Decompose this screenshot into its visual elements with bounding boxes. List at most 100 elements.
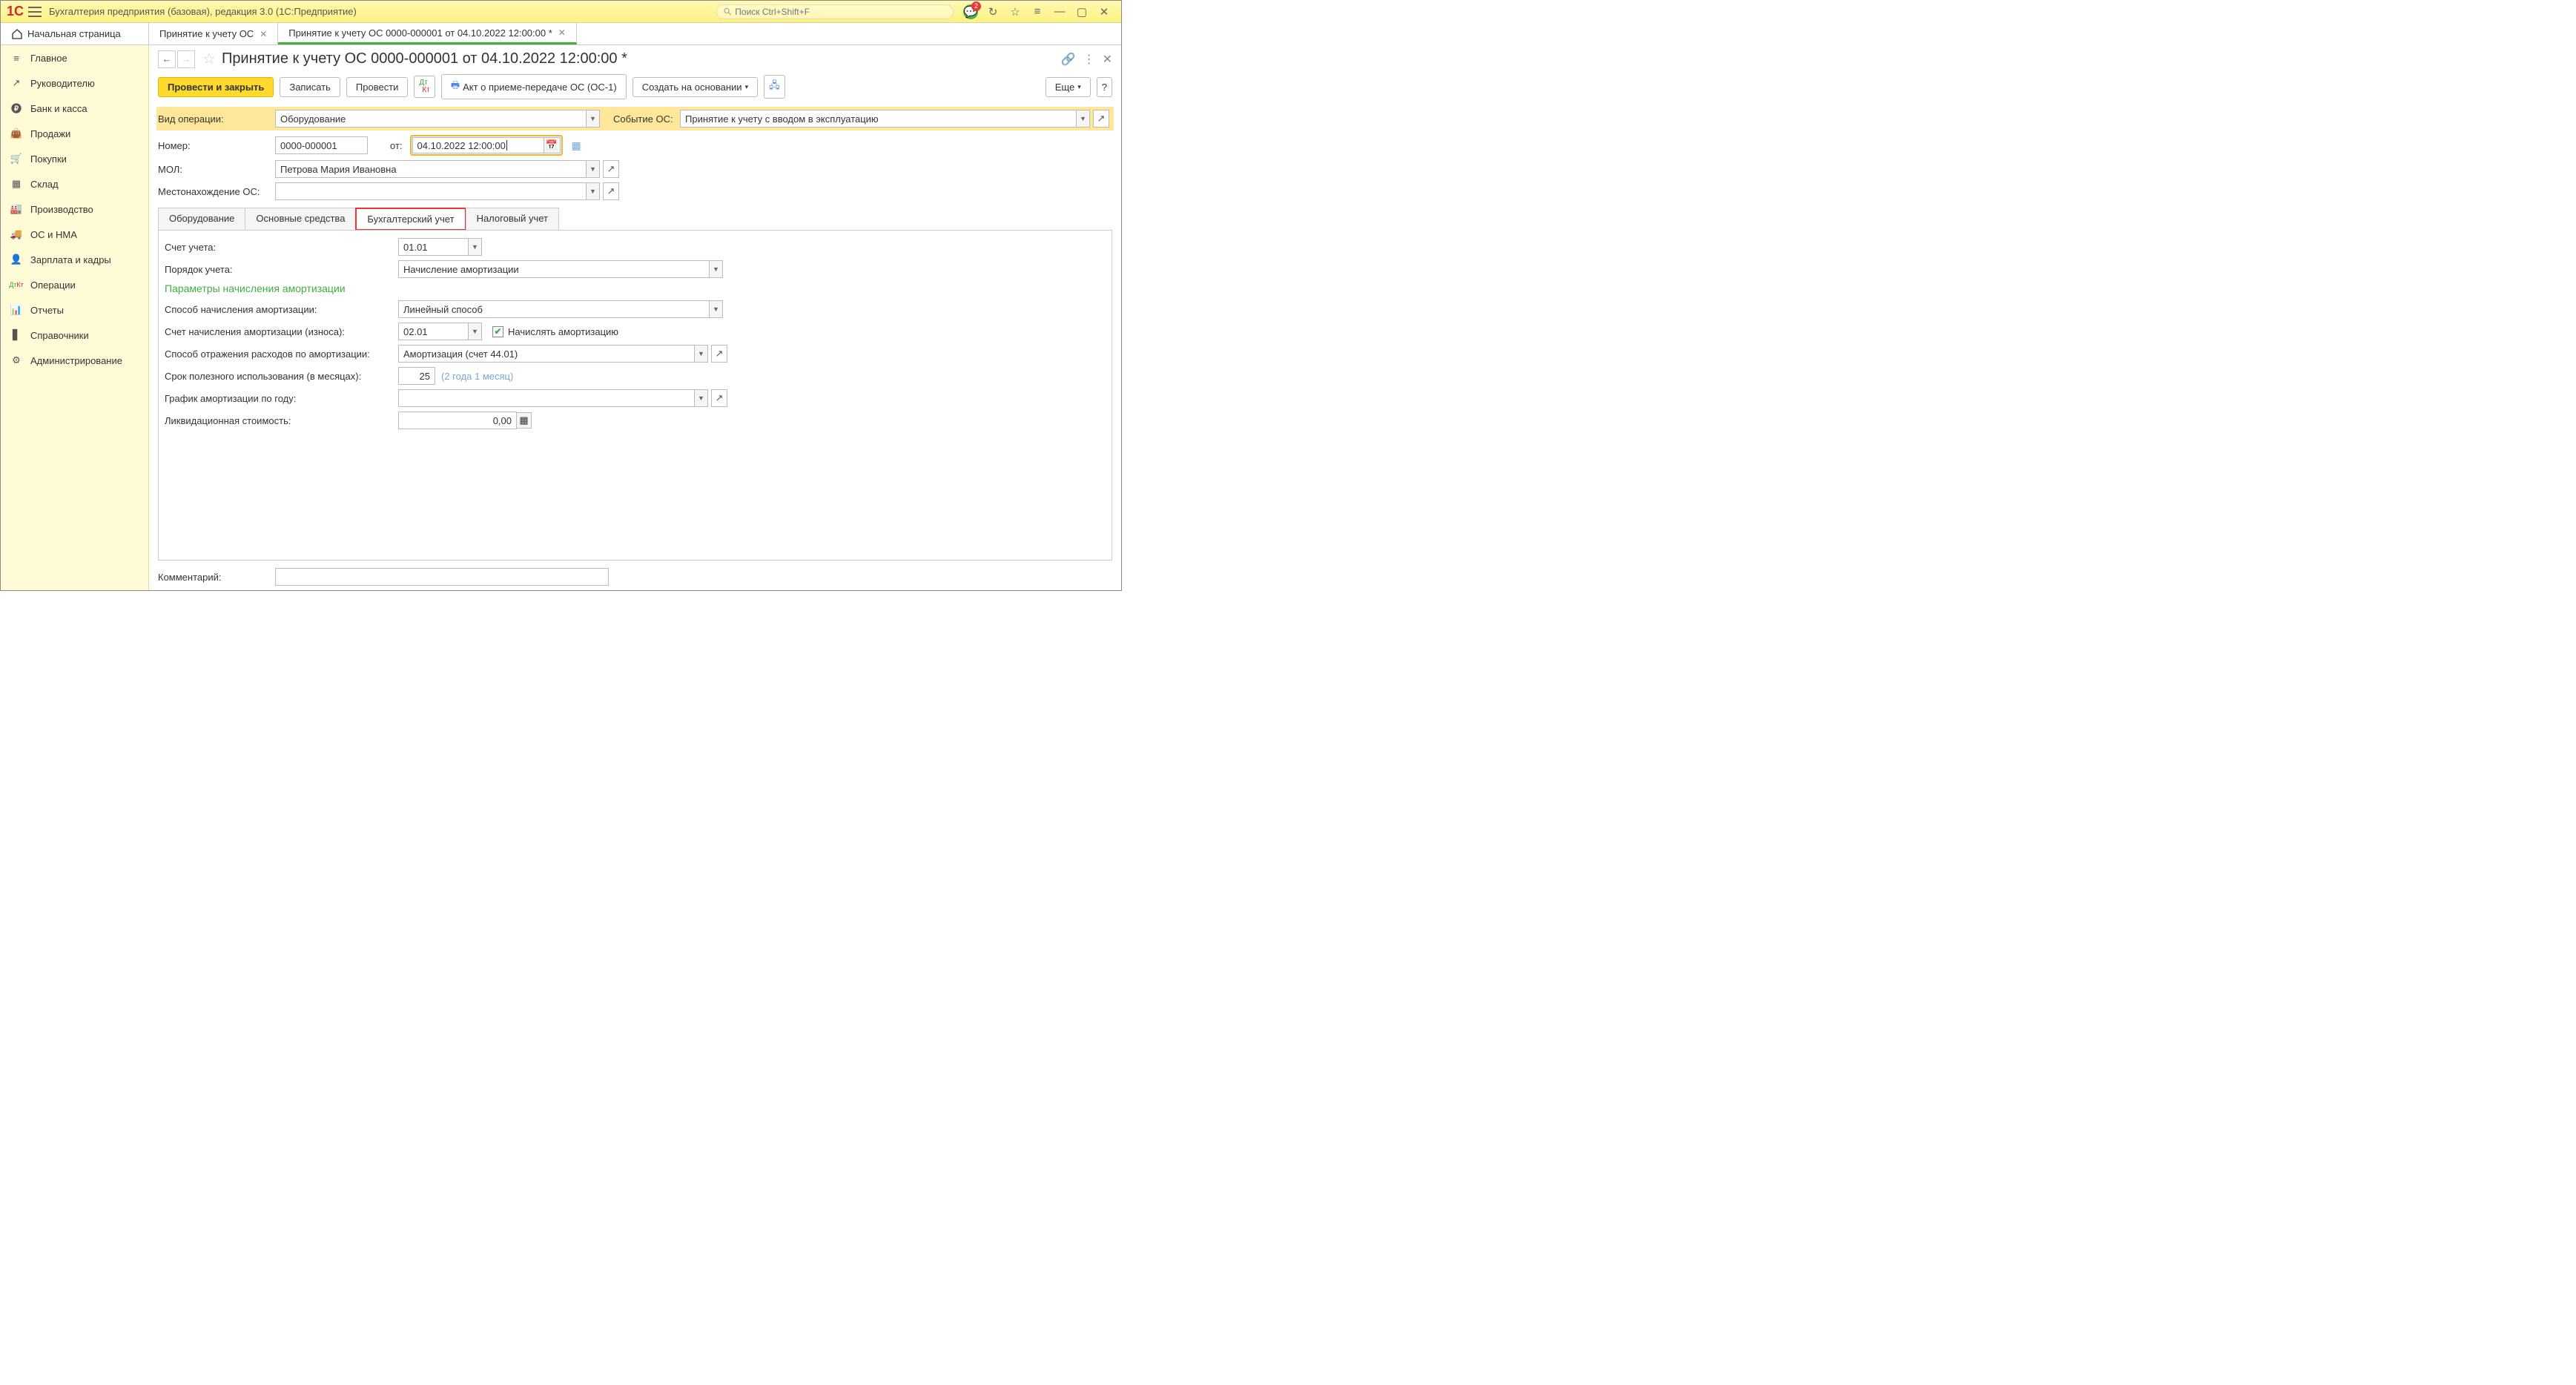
- book-icon: ▋: [10, 328, 23, 342]
- itab-fixed-assets[interactable]: Основные средства: [245, 208, 356, 231]
- hamburger-icon[interactable]: [28, 7, 42, 17]
- open-ref-icon[interactable]: ↗: [603, 160, 619, 178]
- nav-forward-button[interactable]: →: [177, 50, 195, 68]
- global-search[interactable]: [716, 4, 954, 19]
- label-account: Счет учета:: [165, 242, 398, 253]
- gear-icon: ⚙: [10, 354, 23, 367]
- sidebar-item-bank[interactable]: ₽Банк и касса: [1, 96, 148, 121]
- dropdown-icon[interactable]: ▼: [469, 323, 482, 340]
- tab-content: Счет учета: 01.01 ▼ Порядок учета: Начис…: [158, 230, 1112, 561]
- label-dep-account: Счет начисления амортизации (износа):: [165, 326, 398, 337]
- dropdown-icon[interactable]: ▼: [710, 300, 723, 318]
- sidebar-item-manager[interactable]: ↗Руководителю: [1, 70, 148, 96]
- amortize-checkbox[interactable]: ✔: [492, 326, 503, 337]
- dropdown-icon[interactable]: ▼: [587, 110, 600, 128]
- maximize-icon[interactable]: ▢: [1074, 4, 1090, 20]
- dropdown-icon[interactable]: ▼: [710, 260, 723, 278]
- close-window-icon[interactable]: ✕: [1096, 4, 1112, 20]
- close-tab-icon[interactable]: ✕: [260, 29, 267, 39]
- post-and-close-button[interactable]: Провести и закрыть: [158, 77, 274, 97]
- account-field[interactable]: 01.01: [398, 238, 469, 256]
- menu-icon[interactable]: ≡: [1029, 4, 1046, 20]
- dropdown-icon[interactable]: ▼: [695, 389, 708, 407]
- sidebar-item-sales[interactable]: 👜Продажи: [1, 121, 148, 146]
- sidebar-item-payroll[interactable]: 👤Зарплата и кадры: [1, 247, 148, 272]
- bag-icon: 👜: [10, 127, 23, 140]
- comment-field[interactable]: [275, 568, 609, 586]
- close-page-icon[interactable]: ✕: [1103, 52, 1112, 67]
- order-field[interactable]: Начисление амортизации: [398, 260, 710, 278]
- post-button[interactable]: Провести: [346, 77, 409, 97]
- open-ref-icon[interactable]: ↗: [603, 182, 619, 200]
- favorite-star-icon[interactable]: ☆: [202, 50, 216, 68]
- label-location: Местонахождение ОС:: [158, 186, 275, 197]
- home-icon: [11, 28, 23, 40]
- help-button[interactable]: ?: [1097, 77, 1112, 97]
- tab-os-list[interactable]: Принятие к учету ОС ✕: [149, 23, 278, 44]
- sidebar-item-purchases[interactable]: 🛒Покупки: [1, 146, 148, 171]
- label-number: Номер:: [158, 140, 275, 151]
- dropdown-icon[interactable]: ▼: [587, 160, 600, 178]
- chart-icon: 📊: [10, 303, 23, 317]
- link-icon[interactable]: 🔗: [1061, 52, 1076, 67]
- create-based-button[interactable]: Создать на основании▾: [633, 77, 758, 97]
- write-button[interactable]: Записать: [280, 77, 340, 97]
- mol-field[interactable]: Петрова Мария Ивановна: [275, 160, 587, 178]
- comment-row: Комментарий:: [149, 563, 1121, 590]
- tab-current-document[interactable]: Принятие к учету ОС 0000-000001 от 04.10…: [278, 23, 577, 44]
- useful-field[interactable]: 25: [398, 367, 435, 385]
- more-button[interactable]: Еще▾: [1046, 77, 1091, 97]
- dropdown-icon[interactable]: ▼: [587, 182, 600, 200]
- useful-hint[interactable]: (2 года 1 месяц): [441, 371, 513, 382]
- calendar-icon[interactable]: 📅: [544, 137, 561, 153]
- dropdown-icon[interactable]: ▼: [1077, 110, 1090, 128]
- itab-tax[interactable]: Налоговый учет: [466, 208, 559, 231]
- location-field[interactable]: [275, 182, 587, 200]
- favorite-icon[interactable]: ☆: [1007, 4, 1023, 20]
- date-field[interactable]: 04.10.2022 12:00:00: [412, 137, 544, 153]
- itab-equipment[interactable]: Оборудование: [158, 208, 245, 231]
- close-tab-icon[interactable]: ✕: [558, 27, 566, 38]
- operation-type-field[interactable]: Оборудование: [275, 110, 587, 128]
- sidebar-item-catalogs[interactable]: ▋Справочники: [1, 323, 148, 348]
- sidebar-item-warehouse[interactable]: ▦Склад: [1, 171, 148, 196]
- sidebar-item-production[interactable]: 🏭Производство: [1, 196, 148, 222]
- note-icon[interactable]: ▦: [572, 139, 581, 152]
- sidebar-item-admin[interactable]: ⚙Администрирование: [1, 348, 148, 373]
- open-ref-icon[interactable]: ↗: [711, 345, 727, 363]
- tab-home[interactable]: Начальная страница: [1, 23, 149, 44]
- notifications-icon[interactable]: 💬 2: [962, 4, 979, 20]
- label-method: Способ начисления амортизации:: [165, 304, 398, 315]
- number-field[interactable]: 0000-000001: [275, 136, 368, 154]
- open-ref-icon[interactable]: ↗: [711, 389, 727, 407]
- nav-back-button[interactable]: ←: [158, 50, 176, 68]
- reflect-field[interactable]: Амортизация (счет 44.01): [398, 345, 695, 363]
- history-icon[interactable]: ↻: [985, 4, 1001, 20]
- cart-icon: 🛒: [10, 152, 23, 165]
- sidebar-item-operations[interactable]: ДтКтОперации: [1, 272, 148, 297]
- liquid-field[interactable]: 0,00: [398, 411, 517, 429]
- dtkt-button[interactable]: ДтКт: [414, 76, 435, 98]
- event-field[interactable]: Принятие к учету с вводом в эксплуатацию: [680, 110, 1077, 128]
- document-tabs: Начальная страница Принятие к учету ОС ✕…: [1, 23, 1121, 45]
- itab-accounting[interactable]: Бухгалтерский учет: [355, 208, 466, 231]
- dep-account-field[interactable]: 02.01: [398, 323, 469, 340]
- search-input[interactable]: [735, 7, 947, 17]
- calculator-icon[interactable]: ▦: [517, 412, 532, 429]
- print-act-button[interactable]: 🖶Акт о приеме-передаче ОС (ОС-1): [441, 74, 627, 99]
- structure-button[interactable]: 🖧: [764, 75, 785, 99]
- sidebar-item-main[interactable]: ≡Главное: [1, 45, 148, 70]
- label-mol: МОЛ:: [158, 164, 275, 175]
- open-ref-icon[interactable]: ↗: [1093, 110, 1109, 128]
- main-content: ← → ☆ Принятие к учету ОС 0000-000001 от…: [149, 45, 1121, 590]
- dropdown-icon[interactable]: ▼: [695, 345, 708, 363]
- schedule-field[interactable]: [398, 389, 695, 407]
- dropdown-icon[interactable]: ▼: [469, 238, 482, 256]
- grid-icon: ▦: [10, 177, 23, 191]
- dtkt-icon: ДтКт: [10, 278, 23, 291]
- sidebar-item-reports[interactable]: 📊Отчеты: [1, 297, 148, 323]
- method-field[interactable]: Линейный способ: [398, 300, 710, 318]
- sidebar-item-assets[interactable]: 🚚ОС и НМА: [1, 222, 148, 247]
- minimize-icon[interactable]: —: [1051, 4, 1068, 20]
- kebab-icon[interactable]: ⋮: [1083, 52, 1095, 67]
